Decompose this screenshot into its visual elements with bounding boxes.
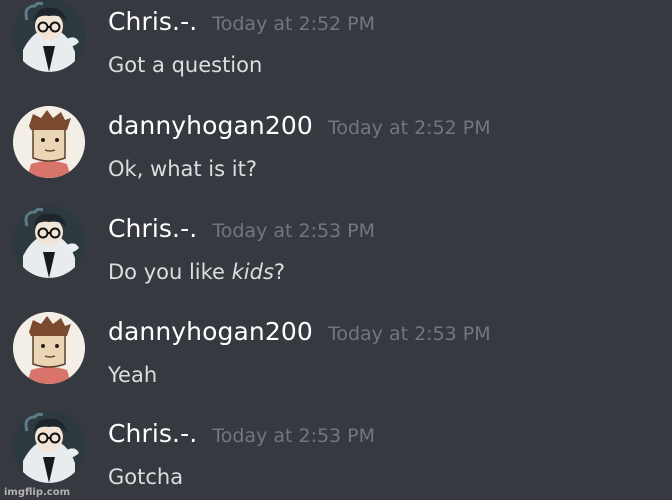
timestamp: Today at 2:53 PM bbox=[327, 323, 491, 345]
message-header: dannyhogan200 Today at 2:53 PM bbox=[108, 317, 491, 346]
avatar[interactable] bbox=[13, 312, 85, 384]
message-text: ? bbox=[273, 260, 286, 284]
message-header: Chris.-. Today at 2:53 PM bbox=[108, 214, 375, 243]
message-item: Chris.-. Today at 2:53 PM Do you like ki… bbox=[0, 206, 672, 309]
username[interactable]: Chris.-. bbox=[108, 214, 197, 243]
message-header: Chris.-. Today at 2:53 PM bbox=[108, 419, 375, 448]
avatar[interactable] bbox=[13, 206, 85, 278]
avatar[interactable] bbox=[13, 0, 85, 72]
timestamp: Today at 2:52 PM bbox=[212, 13, 376, 35]
message-content: Gotcha bbox=[108, 465, 184, 489]
timestamp: Today at 2:52 PM bbox=[327, 117, 491, 139]
message-content: Got a question bbox=[108, 53, 263, 77]
username[interactable]: Chris.-. bbox=[108, 7, 197, 36]
chat-messages: Chris.-. Today at 2:52 PM Got a question… bbox=[0, 0, 672, 500]
timestamp: Today at 2:53 PM bbox=[212, 425, 376, 447]
timestamp: Today at 2:53 PM bbox=[212, 220, 376, 242]
watermark: imgflip.com bbox=[4, 487, 71, 498]
message-content: Do you like kids? bbox=[108, 260, 285, 284]
message-text: Do you like bbox=[108, 260, 232, 284]
message-header: Chris.-. Today at 2:52 PM bbox=[108, 7, 375, 36]
avatar[interactable] bbox=[13, 411, 85, 483]
message-item: dannyhogan200 Today at 2:52 PM Ok, what … bbox=[0, 103, 672, 206]
avatar[interactable] bbox=[13, 106, 85, 178]
message-content: Ok, what is it? bbox=[108, 157, 257, 181]
message-item: Chris.-. Today at 2:52 PM Got a question bbox=[0, 0, 672, 103]
username[interactable]: dannyhogan200 bbox=[108, 111, 313, 140]
message-emphasis: kids bbox=[231, 260, 274, 284]
username[interactable]: Chris.-. bbox=[108, 419, 197, 448]
username[interactable]: dannyhogan200 bbox=[108, 317, 313, 346]
message-header: dannyhogan200 Today at 2:52 PM bbox=[108, 111, 491, 140]
message-content: Yeah bbox=[108, 363, 158, 387]
message-item: Chris.-. Today at 2:53 PM Gotcha bbox=[0, 411, 672, 500]
message-item: dannyhogan200 Today at 2:53 PM Yeah bbox=[0, 309, 672, 412]
